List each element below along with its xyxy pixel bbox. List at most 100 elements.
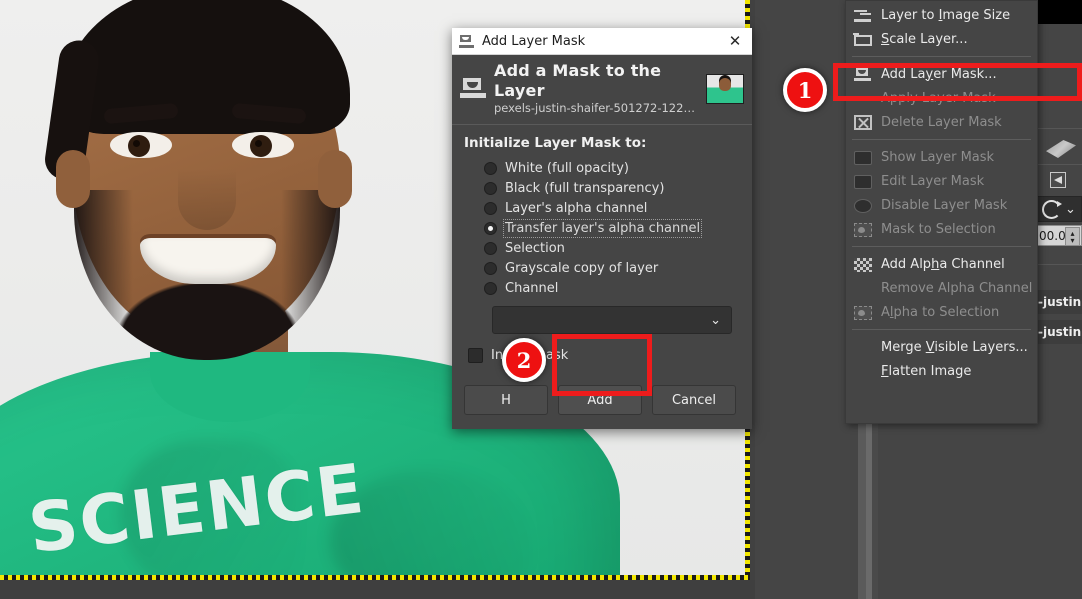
- menu-item-layer-to-image-size[interactable]: Layer to Image Size: [846, 3, 1037, 27]
- mode-selector[interactable]: ⌄: [1036, 196, 1082, 222]
- radio-option-label: Layer's alpha channel: [505, 200, 648, 216]
- photo-eye-left: [110, 132, 172, 158]
- photo-ear-right: [318, 150, 352, 208]
- gimp-screenshot: SCIENCE ⌄ 00.0 ▴ ▾ -justin -justin Layer…: [0, 0, 1082, 599]
- revert-icon[interactable]: [1042, 199, 1062, 219]
- close-icon[interactable]: ✕: [720, 29, 750, 53]
- panel-black-area: [1038, 0, 1082, 24]
- radio-option-label: White (full opacity): [505, 160, 629, 176]
- menu-item-label: Layer to Image Size: [881, 7, 1011, 23]
- menu-item-remove-alpha-channel: Remove Alpha Channel: [846, 276, 1037, 300]
- menu-separator: [852, 139, 1031, 140]
- checkbox-icon: [854, 150, 872, 165]
- menu-item-edit-layer-mask: Edit Layer Mask: [846, 169, 1037, 193]
- menu-item-delete-layer-mask: Delete Layer Mask: [846, 110, 1037, 134]
- layer-list-item[interactable]: -justin: [1036, 320, 1082, 344]
- opacity-value: 00.0: [1039, 228, 1066, 243]
- delete-layer-mask-icon: [854, 115, 872, 130]
- panel-separator: [1034, 128, 1082, 129]
- radio-option-0[interactable]: White (full opacity): [464, 158, 740, 178]
- radio-option-label: Black (full transparency): [505, 180, 665, 196]
- menu-item-label: Add Layer Mask...: [881, 66, 997, 82]
- radio-icon[interactable]: [484, 261, 497, 275]
- annotation-badge-2: 2: [502, 338, 546, 382]
- menu-item-apply-layer-mask: Apply Layer Mask: [846, 86, 1037, 110]
- chevron-down-icon[interactable]: ⌄: [1065, 203, 1076, 216]
- menu-item-label: Add Alpha Channel: [881, 256, 1005, 272]
- menu-item-label: Merge Visible Layers...: [881, 339, 1028, 355]
- dialog-footer: H Add Cancel: [452, 371, 752, 429]
- menu-item-add-layer-mask[interactable]: Add Layer Mask...: [846, 62, 1037, 86]
- scale-layer-icon: [853, 32, 872, 46]
- menu-item-label: Scale Layer...: [881, 31, 968, 47]
- layer-mask-icon: [460, 76, 486, 101]
- channel-dropdown[interactable]: ⌄: [492, 306, 732, 334]
- radio-option-label: Channel: [505, 280, 559, 296]
- menu-separator: [852, 329, 1031, 330]
- menu-item-disable-layer-mask: Disable Layer Mask: [846, 193, 1037, 217]
- checkbox-icon[interactable]: [468, 348, 483, 363]
- menu-separator: [852, 246, 1031, 247]
- dialog-titlebar[interactable]: Add Layer Mask ✕: [452, 28, 752, 55]
- menu-item-add-alpha-channel[interactable]: Add Alpha Channel: [846, 252, 1037, 276]
- radio-icon[interactable]: [484, 241, 497, 255]
- layer-mask-icon: [459, 34, 475, 48]
- dialog-subheading: pexels-justin-shaifer-501272-122227…: [494, 101, 700, 115]
- layer-list-item[interactable]: -justin: [1036, 290, 1082, 314]
- dialog-body: Initialize Layer Mask to: White (full op…: [452, 125, 752, 371]
- menu-item-alpha-to-selection: Alpha to Selection: [846, 300, 1037, 324]
- add-button[interactable]: Add: [558, 385, 642, 415]
- radio-icon[interactable]: [484, 161, 497, 175]
- dialog-title: Add Layer Mask: [482, 33, 586, 49]
- spinner-down-icon[interactable]: ▾: [1070, 236, 1074, 244]
- menu-item-label: Flatten Image: [881, 363, 972, 379]
- menu-item-label: Show Layer Mask: [881, 149, 995, 165]
- alpha-to-selection-icon: [854, 305, 872, 320]
- radio-option-5[interactable]: Grayscale copy of layer: [464, 258, 740, 278]
- layer-thumbnail: [706, 73, 744, 104]
- layer-context-menu[interactable]: Layer to Image Size Scale Layer... Add Lay…: [845, 0, 1038, 424]
- help-button[interactable]: H: [464, 385, 548, 415]
- radio-icon[interactable]: [484, 201, 497, 215]
- menu-item-label: Mask to Selection: [881, 221, 996, 237]
- menu-icon-placeholder: [854, 363, 872, 379]
- radio-option-6[interactable]: Channel: [464, 278, 740, 298]
- alpha-channel-icon: [854, 257, 872, 272]
- radio-option-3[interactable]: Transfer layer's alpha channel: [464, 218, 740, 238]
- radio-option-1[interactable]: Black (full transparency): [464, 178, 740, 198]
- mask-to-selection-icon: [854, 222, 872, 237]
- cancel-button[interactable]: Cancel: [652, 385, 736, 415]
- panel-separator: [1034, 264, 1082, 265]
- radio-icon[interactable]: [484, 281, 497, 295]
- photo-nose: [178, 168, 236, 230]
- menu-item-mask-to-selection: Mask to Selection: [846, 217, 1037, 241]
- radio-option-4[interactable]: Selection: [464, 238, 740, 258]
- menu-icon-placeholder: [854, 280, 872, 296]
- menu-item-label: Remove Alpha Channel: [881, 280, 1033, 296]
- menu-icon-placeholder: [854, 90, 872, 106]
- navigate-icon[interactable]: [1050, 172, 1066, 188]
- checkbox-icon: [854, 174, 872, 189]
- dialog-heading: Add a Mask to the Layer: [494, 61, 662, 100]
- radio-option-label: Transfer layer's alpha channel: [502, 218, 703, 238]
- layer-to-image-size-icon: [854, 7, 872, 23]
- radio-icon[interactable]: [484, 181, 497, 195]
- menu-separator: [852, 56, 1031, 57]
- add-layer-mask-dialog: Add Layer Mask ✕ Add a Mask to the Layer…: [452, 28, 752, 429]
- canvas-bottom-gutter: [0, 580, 755, 599]
- photo-eye-right: [232, 132, 294, 158]
- menu-icon-placeholder: [854, 339, 872, 355]
- menu-item-label: Edit Layer Mask: [881, 173, 985, 189]
- spinner-buttons[interactable]: ▴ ▾: [1065, 227, 1080, 246]
- menu-item-merge-visible-layers[interactable]: Merge Visible Layers...: [846, 335, 1037, 359]
- opacity-spinner[interactable]: 00.0 ▴ ▾: [1036, 225, 1082, 246]
- add-layer-mask-icon: [854, 66, 872, 82]
- menu-item-label: Disable Layer Mask: [881, 197, 1008, 213]
- menu-item-flatten-image[interactable]: Flatten Image: [846, 359, 1037, 383]
- radio-icon[interactable]: [484, 221, 497, 235]
- radio-option-2[interactable]: Layer's alpha channel: [464, 198, 740, 218]
- checkbox-round-icon: [854, 198, 872, 213]
- mask-init-radio-group[interactable]: White (full opacity) Black (full transpar…: [464, 158, 740, 298]
- photo-ear-left: [56, 150, 90, 208]
- menu-item-scale-layer[interactable]: Scale Layer...: [846, 27, 1037, 51]
